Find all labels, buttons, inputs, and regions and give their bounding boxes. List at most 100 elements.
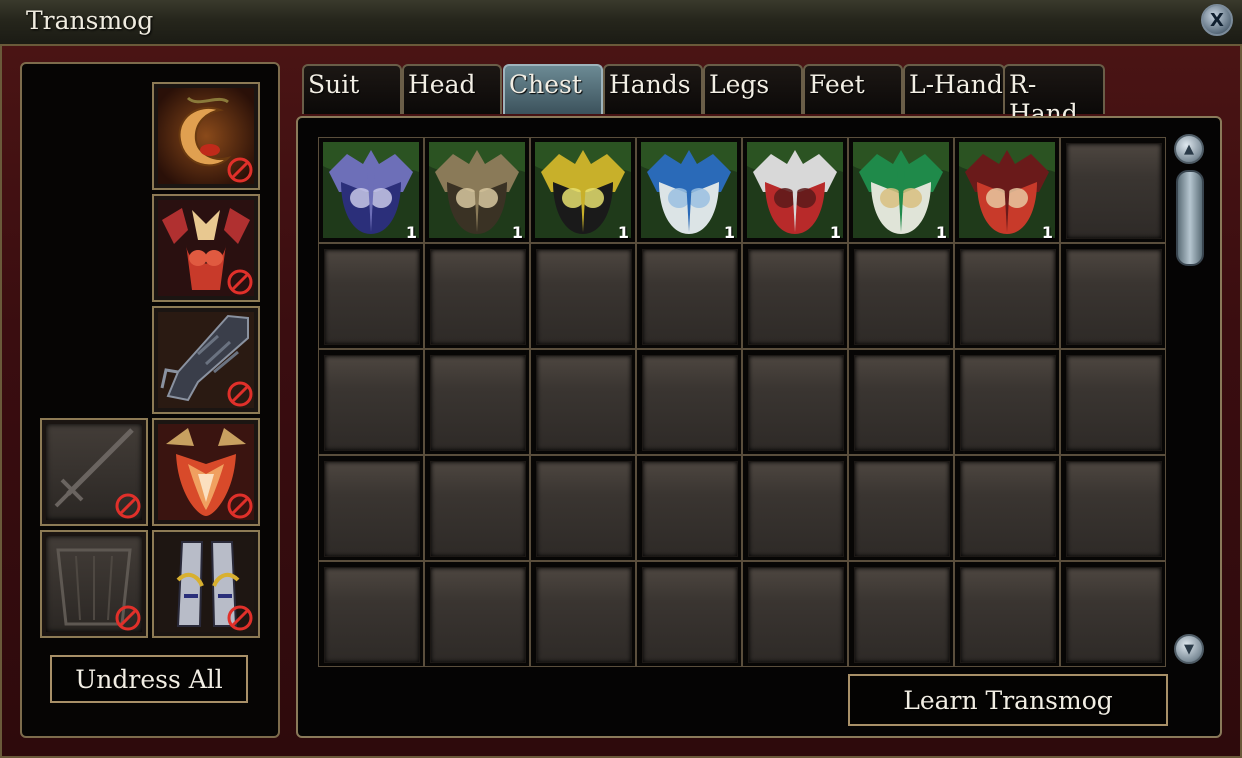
scroll-up-button[interactable]: ▲: [1174, 134, 1204, 164]
inventory-slot[interactable]: [848, 243, 954, 349]
equip-slot-hands[interactable]: [152, 306, 260, 414]
disabled-icon: [227, 269, 253, 295]
inventory-slot[interactable]: [848, 455, 954, 561]
slot-background: [854, 567, 950, 663]
tab-l-hand[interactable]: L-Hand: [903, 64, 1005, 114]
tab-head[interactable]: Head: [402, 64, 502, 114]
slot-background: [430, 355, 526, 451]
inventory-slot[interactable]: [954, 243, 1060, 349]
slot-background: [324, 355, 420, 451]
inventory-slot[interactable]: [1060, 137, 1166, 243]
slot-background: [642, 461, 738, 557]
slot-background: [536, 249, 632, 345]
inventory-slot[interactable]: [848, 561, 954, 667]
title-bar[interactable]: Transmog X: [0, 0, 1242, 46]
inventory-slot[interactable]: [424, 455, 530, 561]
inventory-slot[interactable]: [742, 349, 848, 455]
inventory-slot[interactable]: [636, 243, 742, 349]
equip-slot-chest[interactable]: [152, 194, 260, 302]
slot-background: [1066, 567, 1162, 663]
inventory-grid: 1 1 1 1 1 1 1: [318, 137, 1166, 667]
close-icon: X: [1210, 9, 1224, 31]
item-count: 1: [935, 223, 947, 242]
learn-transmog-button[interactable]: Learn Transmog: [848, 674, 1168, 726]
red-dragon-chest-armor-icon: [959, 142, 1055, 238]
inventory-slot[interactable]: [530, 455, 636, 561]
inventory-slot[interactable]: [954, 455, 1060, 561]
tab-r-hand[interactable]: R-Hand: [1003, 64, 1105, 128]
disabled-icon: [227, 605, 253, 631]
inventory-slot[interactable]: 1: [530, 137, 636, 243]
inventory-slot[interactable]: [318, 561, 424, 667]
inventory-slot[interactable]: 1: [636, 137, 742, 243]
white-blue-chest-armor-icon: [641, 142, 737, 238]
slot-background: [430, 567, 526, 663]
tab-suit[interactable]: Suit: [302, 64, 402, 114]
inventory-slot[interactable]: [848, 349, 954, 455]
inventory-slot[interactable]: [530, 243, 636, 349]
slot-background: [430, 249, 526, 345]
inventory-slot[interactable]: 1: [848, 137, 954, 243]
slot-background: [960, 567, 1056, 663]
equip-slot-head[interactable]: [152, 82, 260, 190]
inventory-slot[interactable]: 1: [954, 137, 1060, 243]
inventory-slot[interactable]: [318, 455, 424, 561]
undress-all-button[interactable]: Undress All: [50, 655, 248, 703]
inventory-slot[interactable]: [424, 349, 530, 455]
item-count: 1: [617, 223, 629, 242]
inventory-slot[interactable]: [1060, 243, 1166, 349]
inventory-slot[interactable]: [954, 349, 1060, 455]
equip-slot-legs[interactable]: [152, 418, 260, 526]
equip-slot-l-hand[interactable]: [40, 418, 148, 526]
tab-hands[interactable]: Hands: [603, 64, 703, 114]
inventory-slot[interactable]: [954, 561, 1060, 667]
close-button[interactable]: X: [1201, 4, 1233, 36]
inventory-slot[interactable]: [742, 243, 848, 349]
scroll-down-button[interactable]: ▼: [1174, 634, 1204, 664]
window-title: Transmog: [26, 6, 154, 35]
inventory-slot[interactable]: [530, 561, 636, 667]
slot-background: [854, 461, 950, 557]
inventory-slot[interactable]: [742, 561, 848, 667]
slot-background: [324, 461, 420, 557]
tab-chest[interactable]: Chest: [503, 64, 603, 114]
disabled-icon: [115, 605, 141, 631]
item-count: 1: [405, 223, 417, 242]
inventory-slot[interactable]: [318, 243, 424, 349]
equip-slot-r-hand[interactable]: [40, 530, 148, 638]
disabled-icon: [227, 381, 253, 407]
inventory-slot[interactable]: [742, 455, 848, 561]
inventory-slot[interactable]: [424, 561, 530, 667]
inventory-slot[interactable]: [1060, 561, 1166, 667]
inventory-slot[interactable]: [1060, 455, 1166, 561]
item-count: 1: [511, 223, 523, 242]
inventory-slot[interactable]: [530, 349, 636, 455]
tab-feet[interactable]: Feet: [803, 64, 903, 114]
equip-slot-feet[interactable]: [152, 530, 260, 638]
inventory-slot[interactable]: [636, 561, 742, 667]
tab-legs[interactable]: Legs: [703, 64, 803, 114]
inventory-slot[interactable]: 1: [742, 137, 848, 243]
slot-background: [536, 355, 632, 451]
gold-black-chest-armor-icon: [429, 142, 525, 238]
inventory-slot[interactable]: 1: [424, 137, 530, 243]
slot-background: [324, 567, 420, 663]
inventory-slot[interactable]: [636, 455, 742, 561]
slot-background: [854, 249, 950, 345]
inventory-slot[interactable]: 1: [318, 137, 424, 243]
inventory-slot[interactable]: [1060, 349, 1166, 455]
inventory-slot[interactable]: [424, 243, 530, 349]
disabled-icon: [227, 157, 253, 183]
inventory-slot[interactable]: [636, 349, 742, 455]
blue-chest-armor-icon: [323, 142, 419, 238]
transmog-window: Transmog X Undress All Suit Head Chest H…: [0, 0, 1242, 758]
scrollbar-thumb[interactable]: [1176, 170, 1204, 266]
item-count: 1: [723, 223, 735, 242]
yellow-chest-armor-icon: [535, 142, 631, 238]
slot-background: [642, 249, 738, 345]
inventory-slot[interactable]: [318, 349, 424, 455]
slot-background: [642, 355, 738, 451]
slot-background: [1066, 461, 1162, 557]
slot-background: [960, 461, 1056, 557]
slot-background: [748, 355, 844, 451]
